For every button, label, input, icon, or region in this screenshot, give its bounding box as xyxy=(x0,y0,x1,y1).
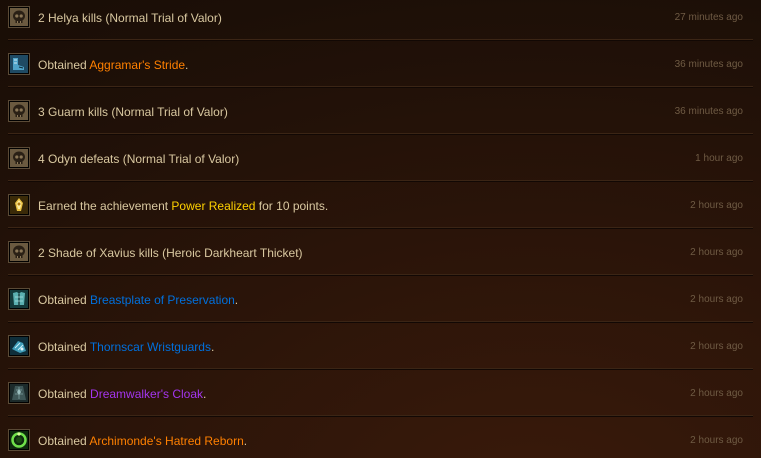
feed-timestamp: 36 minutes ago xyxy=(674,106,743,117)
feed-row: Obtained Aggramar's Stride. 36 minutes a… xyxy=(0,41,761,88)
feed-suffix: . xyxy=(185,58,189,72)
item-link[interactable]: Dreamwalker's Cloak xyxy=(90,387,203,401)
feed-row: Earned the achievement Power Realized fo… xyxy=(0,182,761,229)
cloak-icon[interactable] xyxy=(9,383,29,403)
feed-prefix: Obtained xyxy=(38,58,90,72)
feed-text: 3 Guarm kills (Normal Trial of Valor) xyxy=(38,105,228,119)
legendary-boots-icon[interactable] xyxy=(9,54,29,74)
feed-timestamp: 2 hours ago xyxy=(690,200,743,211)
feed-timestamp: 27 minutes ago xyxy=(674,12,743,23)
feed-text: Obtained Aggramar's Stride. xyxy=(38,58,188,72)
feed-timestamp: 2 hours ago xyxy=(690,247,743,258)
feed-text: 4 Odyn defeats (Normal Trial of Valor) xyxy=(38,152,240,166)
legendary-ring-icon[interactable] xyxy=(9,430,29,450)
feed-timestamp: 2 hours ago xyxy=(690,435,743,446)
feed-row: 2 Shade of Xavius kills (Heroic Darkhear… xyxy=(0,229,761,276)
feed-timestamp: 1 hour ago xyxy=(695,153,743,164)
feed-timestamp: 2 hours ago xyxy=(690,388,743,399)
feed-prefix: Earned the achievement xyxy=(38,199,172,213)
feed-text: Obtained Breastplate of Preservation. xyxy=(38,293,238,307)
feed-text: Obtained Dreamwalker's Cloak. xyxy=(38,387,206,401)
feed-suffix: for 10 points. xyxy=(255,199,329,213)
feed-suffix: . xyxy=(243,434,248,448)
skull-icon xyxy=(9,7,29,27)
feed-text: 2 Helya kills (Normal Trial of Valor) xyxy=(38,11,222,25)
feed-text: Obtained Archimonde's Hatred Reborn. xyxy=(38,434,247,448)
item-link[interactable]: Archimonde's Hatred Reborn xyxy=(89,434,243,448)
feed-row: Obtained Dreamwalker's Cloak. 2 hours ag… xyxy=(0,370,761,417)
feed-prefix: Obtained xyxy=(38,293,91,307)
feed-suffix: . xyxy=(203,387,207,401)
feed-text: 2 Shade of Xavius kills (Heroic Darkhear… xyxy=(38,246,303,260)
item-link[interactable]: Breastplate of Preservation xyxy=(90,293,235,307)
feed-text: Earned the achievement Power Realized fo… xyxy=(38,199,328,213)
feed-row: Obtained Archimonde's Hatred Reborn. 2 h… xyxy=(0,417,761,458)
breastplate-icon[interactable] xyxy=(9,289,29,309)
wristguards-icon[interactable] xyxy=(9,336,29,356)
item-link[interactable]: Aggramar's Stride xyxy=(89,58,185,72)
feed-prefix: Obtained xyxy=(38,434,90,448)
feed-suffix: . xyxy=(210,340,215,354)
feed-row: 3 Guarm kills (Normal Trial of Valor) 36… xyxy=(0,88,761,135)
feed-row: Obtained Breastplate of Preservation. 2 … xyxy=(0,276,761,323)
activity-feed: 2 Helya kills (Normal Trial of Valor) 27… xyxy=(0,0,761,458)
skull-icon xyxy=(9,242,29,262)
feed-suffix: . xyxy=(234,293,239,307)
feed-prefix: Obtained xyxy=(38,340,90,354)
feed-timestamp: 2 hours ago xyxy=(690,341,743,352)
feed-row: 2 Helya kills (Normal Trial of Valor) 27… xyxy=(0,0,761,41)
feed-timestamp: 2 hours ago xyxy=(690,294,743,305)
feed-row: 4 Odyn defeats (Normal Trial of Valor) 1… xyxy=(0,135,761,182)
skull-icon xyxy=(9,101,29,121)
feed-row: Obtained Thornscar Wristguards. 2 hours … xyxy=(0,323,761,370)
achievement-icon[interactable] xyxy=(9,195,29,215)
achievement-link[interactable]: Power Realized xyxy=(171,199,255,213)
skull-icon xyxy=(9,148,29,168)
item-link[interactable]: Thornscar Wristguards xyxy=(90,340,211,354)
feed-prefix: Obtained xyxy=(38,387,91,401)
feed-text: Obtained Thornscar Wristguards. xyxy=(38,340,214,354)
feed-timestamp: 36 minutes ago xyxy=(674,59,743,70)
